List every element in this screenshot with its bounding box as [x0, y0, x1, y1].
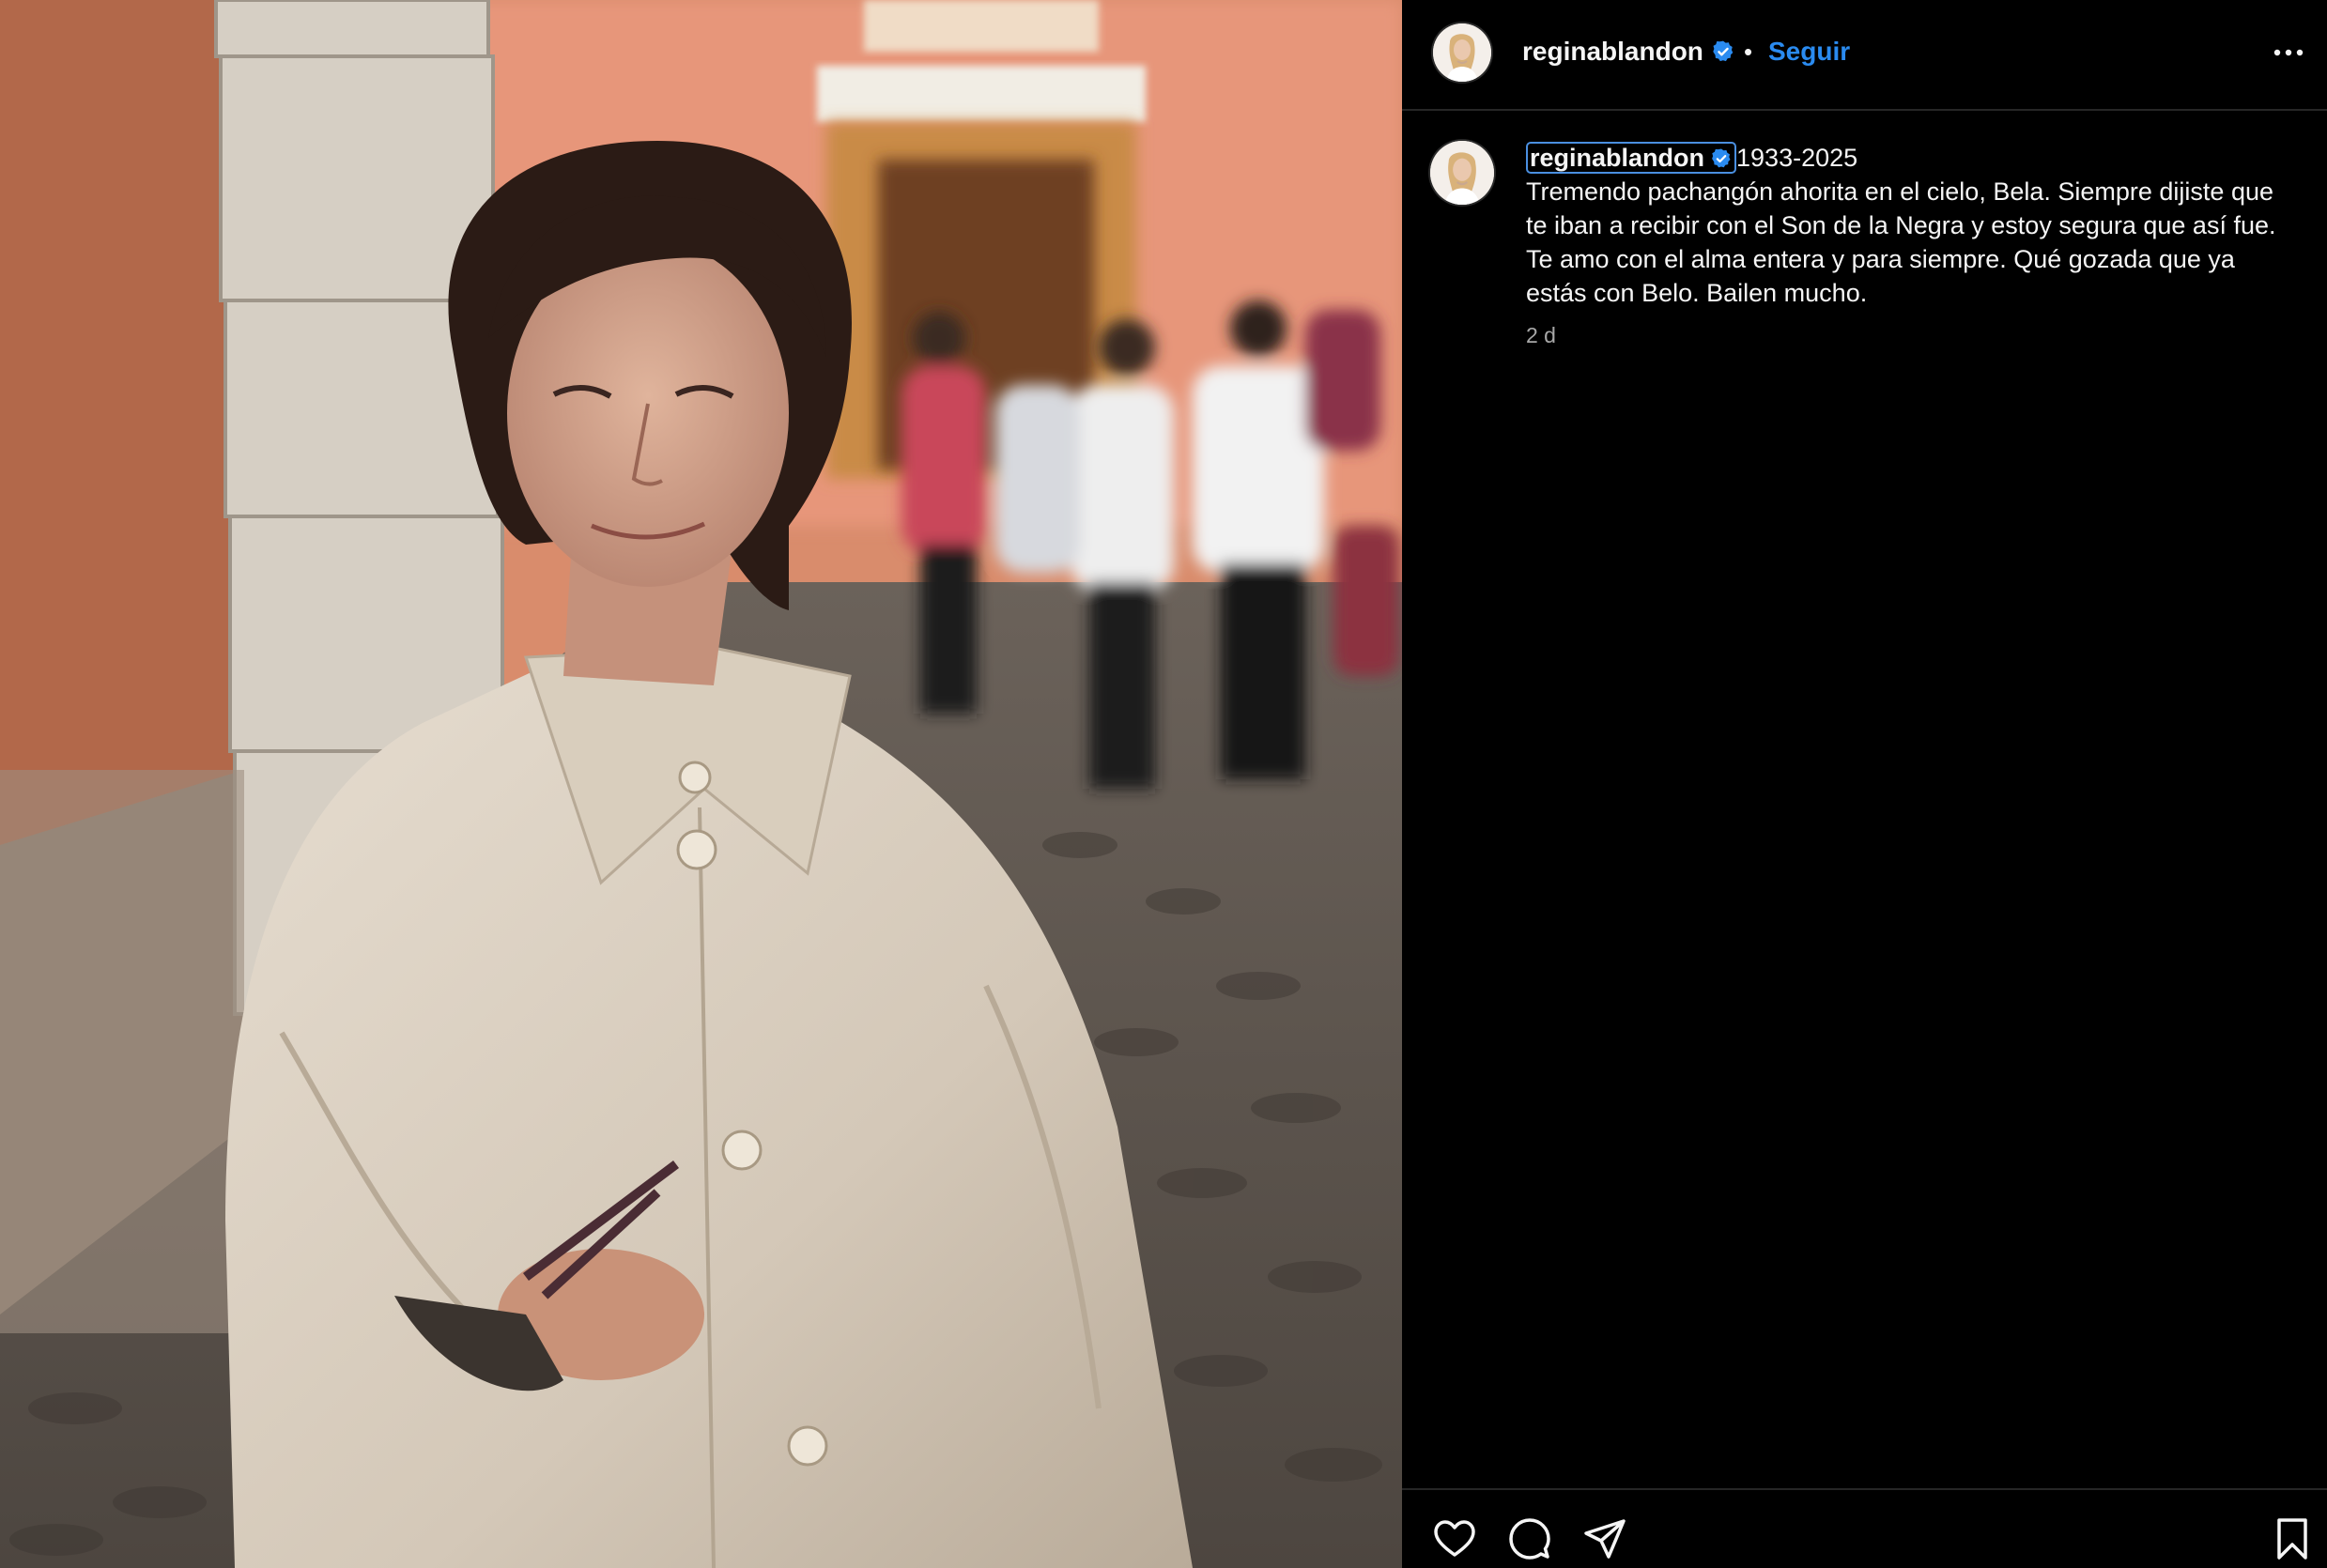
- caption-avatar[interactable]: [1430, 141, 1494, 205]
- header-username[interactable]: reginablandon: [1522, 37, 1735, 67]
- caption-username-text[interactable]: reginablandon: [1530, 144, 1704, 172]
- instagram-post-modal: reginablandon • Seguir reginablandon 193…: [0, 0, 2327, 1568]
- post-timestamp[interactable]: 2 d: [1526, 323, 1556, 348]
- more-options-icon[interactable]: [2270, 34, 2307, 71]
- header-username-text[interactable]: reginablandon: [1522, 37, 1703, 66]
- post-photo[interactable]: [0, 0, 1402, 1568]
- post-side-panel: reginablandon • Seguir reginablandon 193…: [1402, 0, 2327, 1568]
- bookmark-icon[interactable]: [2270, 1516, 2315, 1561]
- avatar-image: [1433, 23, 1491, 82]
- verified-badge-icon: [1713, 40, 1734, 62]
- follow-button[interactable]: Seguir: [1768, 37, 1850, 67]
- post-header: reginablandon • Seguir: [1402, 0, 2327, 111]
- post-caption: reginablandon 1933-2025 Tremendo pachang…: [1526, 141, 2296, 310]
- send-icon[interactable]: [1582, 1516, 1627, 1561]
- comment-icon[interactable]: [1507, 1516, 1552, 1561]
- post-photo-image: [0, 0, 1402, 1568]
- header-separator: •: [1744, 38, 1753, 66]
- caption-username[interactable]: reginablandon: [1526, 142, 1737, 174]
- profile-avatar[interactable]: [1433, 23, 1491, 82]
- verified-badge-icon: [1712, 148, 1731, 168]
- caption-text: Tremendo pachangón ahorita en el cielo, …: [1526, 177, 2276, 307]
- post-actions-bar: [1402, 1488, 2327, 1568]
- heart-icon[interactable]: [1432, 1516, 1477, 1561]
- caption-avatar-image: [1430, 141, 1494, 205]
- caption-title: 1933-2025: [1736, 144, 1858, 172]
